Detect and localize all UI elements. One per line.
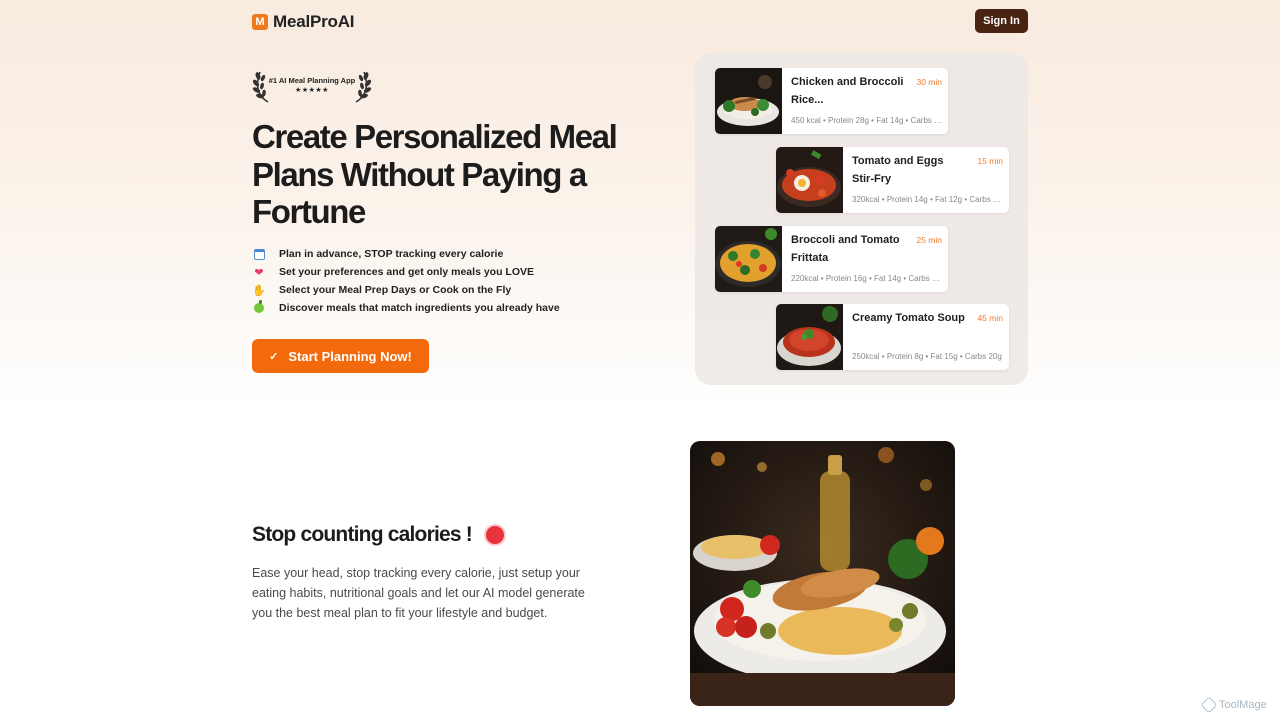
stop-sign-icon — [485, 526, 504, 544]
food-photo — [690, 441, 955, 706]
cta-label: Start Planning Now! — [288, 348, 412, 364]
meal-preview-panel: Chicken and Broccoli Rice... 30 min 450 … — [695, 53, 1028, 385]
meal-card-tomato-eggs[interactable]: Tomato and Eggs Stir-Fry 15 min 320kcal … — [776, 147, 1009, 213]
meal-stats: 220kcal • Protein 16g • Fat 14g • Carbs … — [791, 274, 943, 283]
meal-image — [776, 147, 843, 213]
meal-name: Broccoli and Tomato Frittata — [791, 234, 900, 264]
award-badge: #1 AI Meal Planning App ★★★★★ — [252, 66, 372, 106]
meal-image — [715, 68, 782, 134]
laurel-right-icon — [355, 71, 372, 103]
meal-name: Tomato and Eggs Stir-Fry — [852, 155, 944, 185]
meal-name: Chicken and Broccoli Rice... — [791, 76, 904, 106]
meal-image — [715, 226, 782, 292]
logo-icon: M — [252, 14, 268, 30]
feature-item: Plan in advance, STOP tracking every cal… — [252, 245, 560, 263]
heart-icon: ❤ — [254, 266, 264, 279]
meal-stats: 320kcal • Protein 14g • Fat 12g • Carbs … — [852, 195, 1004, 204]
feature-text: Set your preferences and get only meals … — [279, 266, 534, 278]
feature-list: Plan in advance, STOP tracking every cal… — [252, 245, 560, 317]
apple-icon — [252, 300, 266, 315]
watermark: ToolMage — [1200, 696, 1267, 714]
brand-name: MealProAI — [273, 12, 355, 31]
meal-time: 15 min — [977, 156, 1003, 166]
meal-card-chicken[interactable]: Chicken and Broccoli Rice... 30 min 450 … — [715, 68, 948, 134]
meal-time: 45 min — [977, 313, 1003, 323]
check-icon: ✓ — [269, 350, 279, 363]
feature-text: Discover meals that match ingredients yo… — [279, 302, 560, 314]
section-title: Stop counting calories ! — [252, 523, 504, 547]
meal-stats: 250kcal • Protein 8g • Fat 15g • Carbs 2… — [852, 352, 1002, 361]
toolmage-logo-icon — [1200, 696, 1218, 714]
meal-stats: 450 kcal • Protein 28g • Fat 14g • Carbs… — [791, 116, 943, 125]
meal-image — [776, 304, 843, 370]
watermark-text: ToolMage — [1219, 699, 1267, 711]
meal-name: Creamy Tomato Soup — [852, 312, 965, 324]
feature-text: Select your Meal Prep Days or Cook on th… — [279, 284, 512, 296]
feature-item: ❤ Set your preferences and get only meal… — [252, 263, 560, 281]
feature-item: ✋ Select your Meal Prep Days or Cook on … — [252, 281, 560, 299]
badge-title: #1 AI Meal Planning App — [268, 76, 356, 85]
meal-card-tomato-soup[interactable]: Creamy Tomato Soup 45 min 250kcal • Prot… — [776, 304, 1009, 370]
meal-time: 30 min — [916, 77, 942, 87]
hero-title: Create Personalized Meal Plans Without P… — [252, 118, 618, 230]
meal-card-frittata[interactable]: Broccoli and Tomato Frittata 25 min 220k… — [715, 226, 948, 292]
section-heading: Stop counting calories ! — [252, 523, 473, 546]
section-description: Ease your head, stop tracking every calo… — [252, 566, 585, 620]
start-planning-button[interactable]: ✓ Start Planning Now! — [252, 339, 429, 373]
feature-text: Plan in advance, STOP tracking every cal… — [279, 248, 504, 260]
hand-icon: ✋ — [252, 284, 266, 297]
feature-item: Discover meals that match ingredients yo… — [252, 299, 560, 317]
calendar-icon — [252, 247, 266, 261]
sign-in-button[interactable]: Sign In — [975, 9, 1028, 33]
brand-logo[interactable]: M MealProAI — [252, 12, 355, 32]
badge-stars: ★★★★★ — [295, 87, 329, 94]
meal-time: 25 min — [916, 235, 942, 245]
